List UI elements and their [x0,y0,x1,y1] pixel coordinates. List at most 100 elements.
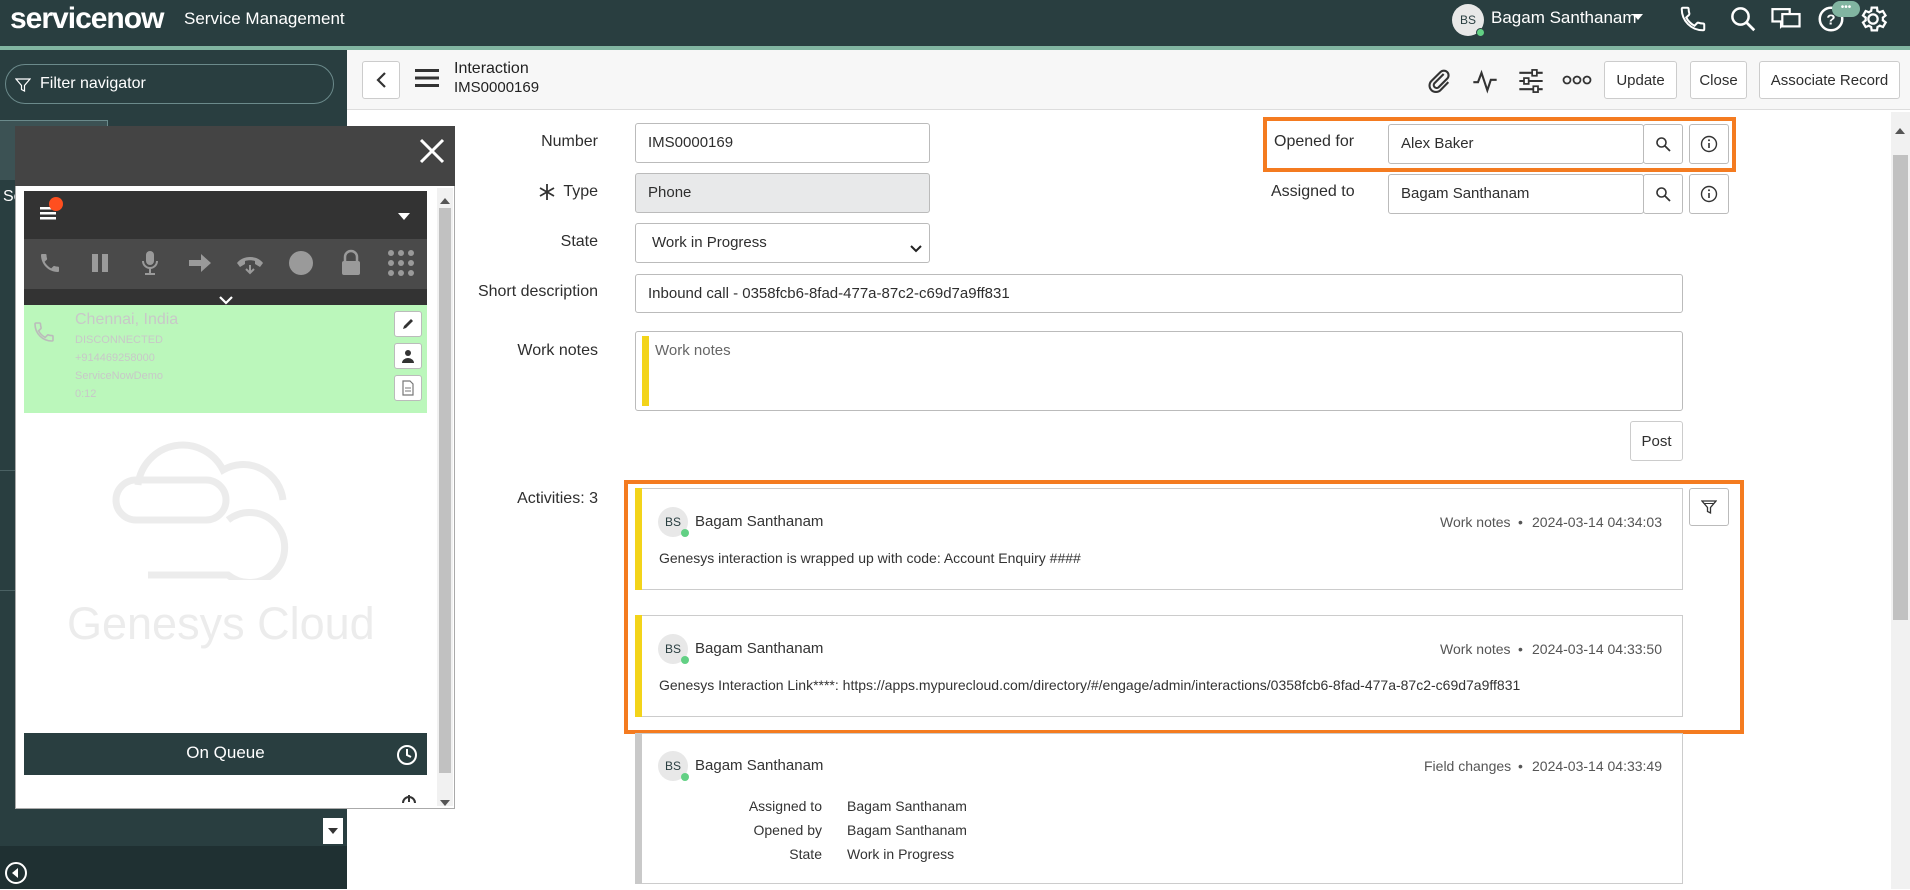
more-options-icon[interactable] [1562,70,1592,95]
associate-record-button[interactable]: Associate Record [1759,61,1900,99]
mute-microphone-icon[interactable] [133,246,167,280]
softphone-title-bar [15,126,455,186]
assigned-to-info-button[interactable] [1689,174,1729,214]
attachment-icon[interactable] [1425,67,1453,100]
state-selected-value: Work in Progress [652,234,767,251]
work-notes-textarea[interactable]: Work notes [635,331,1683,411]
activity-timestamp: 2024-03-14 04:33:50 [1532,641,1662,657]
filter-navigator-input[interactable]: Filter navigator [5,64,334,104]
nav-scroll-down-button[interactable] [323,818,343,844]
update-button[interactable]: Update [1604,61,1677,99]
state-dropdown-chevron-icon[interactable] [910,240,922,258]
assigned-to-lookup-button[interactable] [1643,174,1683,214]
activity-filter-button[interactable] [1689,488,1729,526]
activity-author: Bagam Santhanam [695,513,824,530]
call-icon[interactable] [33,246,67,280]
personalize-form-icon[interactable] [1517,67,1545,100]
secure-pause-lock-icon[interactable] [334,246,368,280]
call-contact-button[interactable] [394,343,422,369]
call-notes-edit-button[interactable] [394,311,422,337]
avatar-initials: BS [664,759,681,773]
softphone-expand-chevron-icon[interactable] [397,209,411,227]
servicenow-logo[interactable]: servicenow [10,2,164,36]
info-icon [1700,185,1718,203]
state-select[interactable]: Work in Progress [635,223,930,263]
scroll-down-arrow-icon[interactable] [440,794,450,812]
call-account: ServiceNowDemo [75,370,164,382]
pencil-icon [403,319,413,329]
avatar-initials: BS [664,642,681,656]
main-scrollbar-thumb[interactable] [1893,155,1908,620]
presence-dot [681,773,689,781]
scroll-up-arrow-icon[interactable] [1895,122,1905,140]
change-field-value: Work in Progress [847,846,955,862]
search-icon [1656,137,1671,152]
app-title: Service Management [184,9,345,28]
opened-for-label: Opened for [1274,133,1355,150]
search-icon[interactable] [1728,4,1758,39]
activity-type: Work notes [1440,641,1511,657]
presence-dot [681,529,689,537]
call-location: Chennai, India [75,311,179,328]
hold-icon[interactable] [83,246,117,280]
phone-icon[interactable] [1678,4,1708,39]
presence-dot [1476,28,1485,37]
call-status: DISCONNECTED [75,334,164,346]
nav-divider [0,590,15,591]
work-note-bar [635,488,642,590]
scroll-up-arrow-icon[interactable] [440,192,450,210]
softphone-scrollbar-thumb[interactable] [439,208,451,773]
back-button[interactable] [362,61,400,99]
activity-author: Bagam Santhanam [695,757,824,774]
assigned-to-field[interactable]: Bagam Santhanam [1388,174,1644,214]
activity-text[interactable]: Genesys Interaction Link****: https://ap… [659,677,1520,693]
call-number: +914469258000 [75,352,155,364]
softphone-close-icon[interactable] [418,137,446,170]
notification-badge: ••• [1832,1,1860,17]
short-description-field[interactable]: Inbound call - 0358fcb6-8fad-477a-87c2-c… [635,274,1683,313]
transfer-arrow-icon[interactable] [183,246,217,280]
call-details-button[interactable] [394,375,422,401]
opened-for-field[interactable]: Alex Baker [1388,124,1644,164]
person-icon [402,350,414,363]
activity-type: Field changes [1424,758,1512,774]
user-menu-chevron-icon[interactable] [1632,10,1644,28]
record-icon[interactable] [284,246,318,280]
search-icon [1656,187,1671,202]
type-field: Phone [635,173,930,213]
activity-card [635,615,1683,717]
dialpad-icon[interactable] [384,246,418,280]
work-note-bar [635,615,642,717]
power-icon[interactable] [398,795,420,814]
avatar-initials: BS [664,515,681,529]
change-field-value: Bagam Santhanam [847,822,967,838]
user-name[interactable]: Bagam Santhanam [1491,8,1637,28]
genesys-cloud-logo-icon [108,420,338,586]
change-field-value: Bagam Santhanam [847,798,967,814]
connect-chat-icon[interactable] [1770,4,1802,39]
activity-stream-icon[interactable] [1471,67,1499,100]
collapse-navigator-icon[interactable] [4,861,28,890]
opened-for-info-button[interactable] [1689,124,1729,164]
number-field[interactable]: IMS0000169 [635,123,930,163]
post-button[interactable]: Post [1630,421,1683,461]
change-field-label: State [789,846,822,862]
settings-gear-icon[interactable] [1857,3,1889,40]
form-subtitle: IMS0000169 [454,79,540,96]
hangup-icon[interactable] [233,246,267,280]
change-field-label: Opened by [753,822,823,838]
form-context-menu-icon[interactable] [414,66,440,95]
softphone-menu-bar [24,191,427,239]
nav-footer [0,846,347,889]
field-change-bar [635,733,642,884]
opened-for-lookup-button[interactable] [1643,124,1683,164]
activity-timestamp: 2024-03-14 04:34:03 [1532,514,1662,530]
activity-timestamp: 2024-03-14 04:33:49 [1532,758,1662,774]
document-icon [402,380,414,396]
close-button[interactable]: Close [1690,61,1747,99]
nav-divider [0,470,15,471]
clock-icon[interactable] [396,744,418,771]
activity-type: Work notes [1440,514,1511,530]
activity-card [635,488,1683,590]
notification-dot [49,197,63,211]
